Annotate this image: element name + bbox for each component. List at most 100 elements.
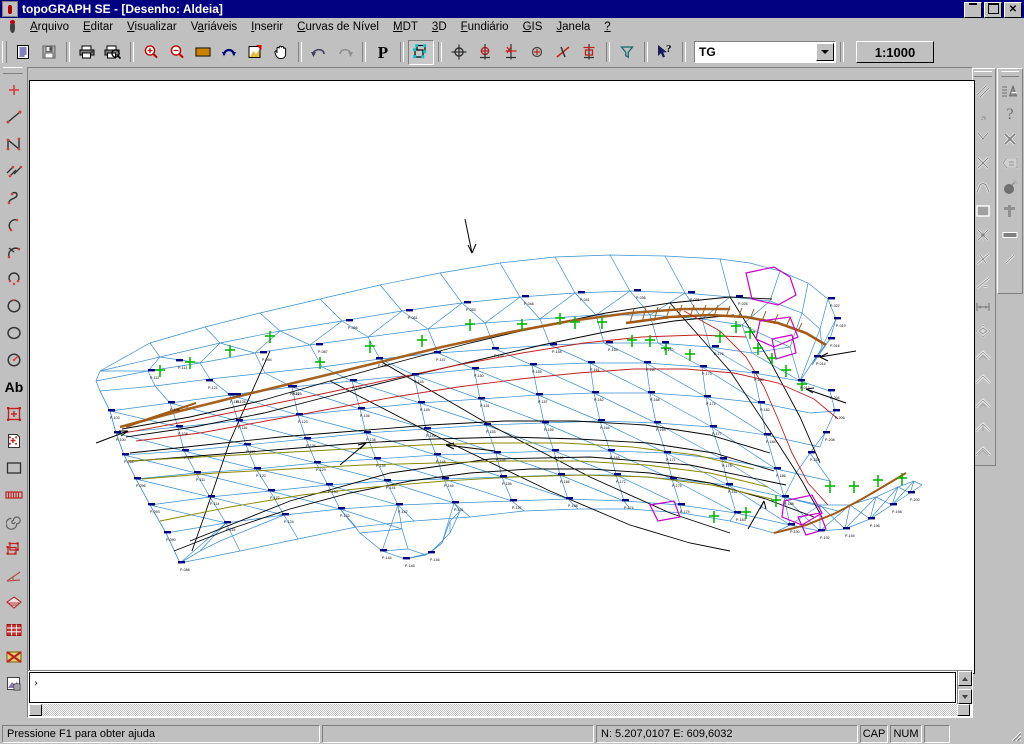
snap-insert-button[interactable] <box>576 39 602 65</box>
scale-button[interactable]: 1:1000 <box>856 41 934 63</box>
chevron-down-icon[interactable] <box>816 43 834 61</box>
snap-quad-button[interactable] <box>498 39 524 65</box>
menu-editar[interactable]: Editar <box>76 20 120 34</box>
menu-inserir[interactable]: Inserir <box>244 20 290 34</box>
pan-button[interactable] <box>268 39 294 65</box>
tool-multiline[interactable] <box>1 157 27 184</box>
tool-arc-center[interactable] <box>1 265 27 292</box>
dimension-arrows-icon <box>974 300 992 314</box>
tool-ellipse[interactable] <box>1 319 27 346</box>
redo-button[interactable] <box>332 39 358 65</box>
select-objects-button[interactable] <box>408 39 434 65</box>
menu-fundiario[interactable]: Fundiário <box>454 20 516 34</box>
svg-text:P-186: P-186 <box>776 474 786 478</box>
tool-angle[interactable] <box>1 562 27 589</box>
command-input[interactable]: › <box>29 672 956 703</box>
drawing-canvas[interactable]: P-112 P-113 P-121 P-128 P-094 P-131 P-087 P-0… <box>29 80 975 674</box>
filter-button[interactable] <box>614 39 640 65</box>
menu-mdt[interactable]: MDT <box>386 20 425 34</box>
save-button[interactable] <box>36 39 62 65</box>
tool-crosshatch[interactable] <box>1 643 27 670</box>
tool-line[interactable] <box>1 103 27 130</box>
document-pin-icon[interactable] <box>4 19 20 35</box>
zoom-window-button[interactable] <box>190 39 216 65</box>
snap-point-button[interactable] <box>472 39 498 65</box>
horizontal-scroll-track[interactable] <box>42 704 957 716</box>
print-preview-button[interactable] <box>100 39 126 65</box>
tool-rectangle[interactable] <box>1 454 27 481</box>
close-button[interactable]: ✕ <box>1004 2 1022 18</box>
menu-3d[interactable]: 3D <box>425 20 454 34</box>
tool-grid[interactable] <box>1 616 27 643</box>
tool-spiral[interactable] <box>1 508 27 535</box>
tool-text[interactable]: Ab <box>1 373 27 400</box>
tool-purge[interactable] <box>998 175 1022 199</box>
tool-circle-radius[interactable] <box>1 346 27 373</box>
svg-text:P-171: P-171 <box>666 458 676 462</box>
help-pointer-button[interactable]: ? <box>652 39 678 65</box>
tool-block-insert[interactable] <box>1 400 27 427</box>
tool-image[interactable] <box>1 670 27 697</box>
tool-help[interactable]: ? <box>998 103 1022 127</box>
menu-curvas-de-nivel[interactable]: Curvas de Nível <box>290 20 386 34</box>
snap-node-button[interactable] <box>446 39 472 65</box>
ellipse-icon <box>6 325 22 341</box>
tool-arc-3point[interactable] <box>1 238 27 265</box>
tool-list-entity[interactable] <box>998 79 1022 103</box>
right-toolbar-grip-1[interactable] <box>974 71 992 77</box>
letter-p-icon: P <box>377 42 389 62</box>
menu-help[interactable]: ? <box>597 20 617 34</box>
tool-surface[interactable] <box>1 589 27 616</box>
tool-polyline[interactable] <box>1 130 27 157</box>
tool-move-node[interactable] <box>998 199 1022 223</box>
command-vertical-scrollbar[interactable] <box>957 671 972 704</box>
svg-text:P-140: P-140 <box>378 364 388 368</box>
menu-arquivo[interactable]: AArquivorquivo <box>23 20 76 34</box>
svg-text:P-143: P-143 <box>414 380 424 384</box>
menu-gis[interactable]: GIS <box>516 20 550 34</box>
scroll-up-button[interactable] <box>958 671 972 686</box>
right-toolbar-grip-2[interactable] <box>1001 71 1019 77</box>
menu-janela[interactable]: Janela <box>549 20 597 34</box>
scroll-right-button[interactable] <box>957 704 970 716</box>
tool-block-attr[interactable] <box>1 427 27 454</box>
zoom-out-button[interactable] <box>164 39 190 65</box>
restore-button[interactable] <box>984 2 1002 18</box>
svg-text:P-061: P-061 <box>408 316 418 320</box>
tool-group[interactable] <box>1 535 27 562</box>
svg-text:P-172: P-172 <box>616 480 626 484</box>
undo-button[interactable] <box>306 39 332 65</box>
tool-arc[interactable] <box>1 211 27 238</box>
contour-chevron-icon <box>974 396 992 410</box>
tool-spline[interactable] <box>1 184 27 211</box>
tool-rect-solid[interactable] <box>998 223 1022 247</box>
snap-center-button[interactable] <box>524 39 550 65</box>
menu-visualizar[interactable]: Visualizar <box>120 20 184 34</box>
svg-text:P-142: P-142 <box>398 510 408 514</box>
minimize-button[interactable] <box>964 2 982 18</box>
zoom-previous-button[interactable] <box>216 39 242 65</box>
toolbar-grip[interactable] <box>2 41 7 63</box>
left-toolbar-grip[interactable] <box>3 67 23 74</box>
point-text-button[interactable]: P <box>370 39 396 65</box>
svg-text:P-118: P-118 <box>230 400 239 404</box>
layer-combo[interactable]: TG <box>694 41 836 63</box>
tool-hatch-band[interactable] <box>1 481 27 508</box>
resize-grip-icon[interactable] <box>1008 728 1022 742</box>
tool-short-line[interactable] <box>998 247 1022 271</box>
scroll-down-button[interactable] <box>958 689 972 704</box>
zoom-in-button[interactable] <box>138 39 164 65</box>
tool-circle[interactable] <box>1 292 27 319</box>
layer-combo-value: TG <box>699 45 716 59</box>
zoom-extents-button[interactable] <box>242 39 268 65</box>
snap-intersect-button[interactable] <box>550 39 576 65</box>
menu-variaveis[interactable]: Variáveis <box>184 20 244 34</box>
tool-properties[interactable] <box>998 151 1022 175</box>
print-button[interactable] <box>74 39 100 65</box>
new-document-button[interactable] <box>10 39 36 65</box>
scroll-left-button[interactable] <box>29 704 42 716</box>
tool-erase[interactable] <box>998 127 1022 151</box>
command-horizontal-scrollbar[interactable] <box>29 704 970 716</box>
command-prompt: › <box>34 675 38 689</box>
tool-point[interactable] <box>1 76 27 103</box>
